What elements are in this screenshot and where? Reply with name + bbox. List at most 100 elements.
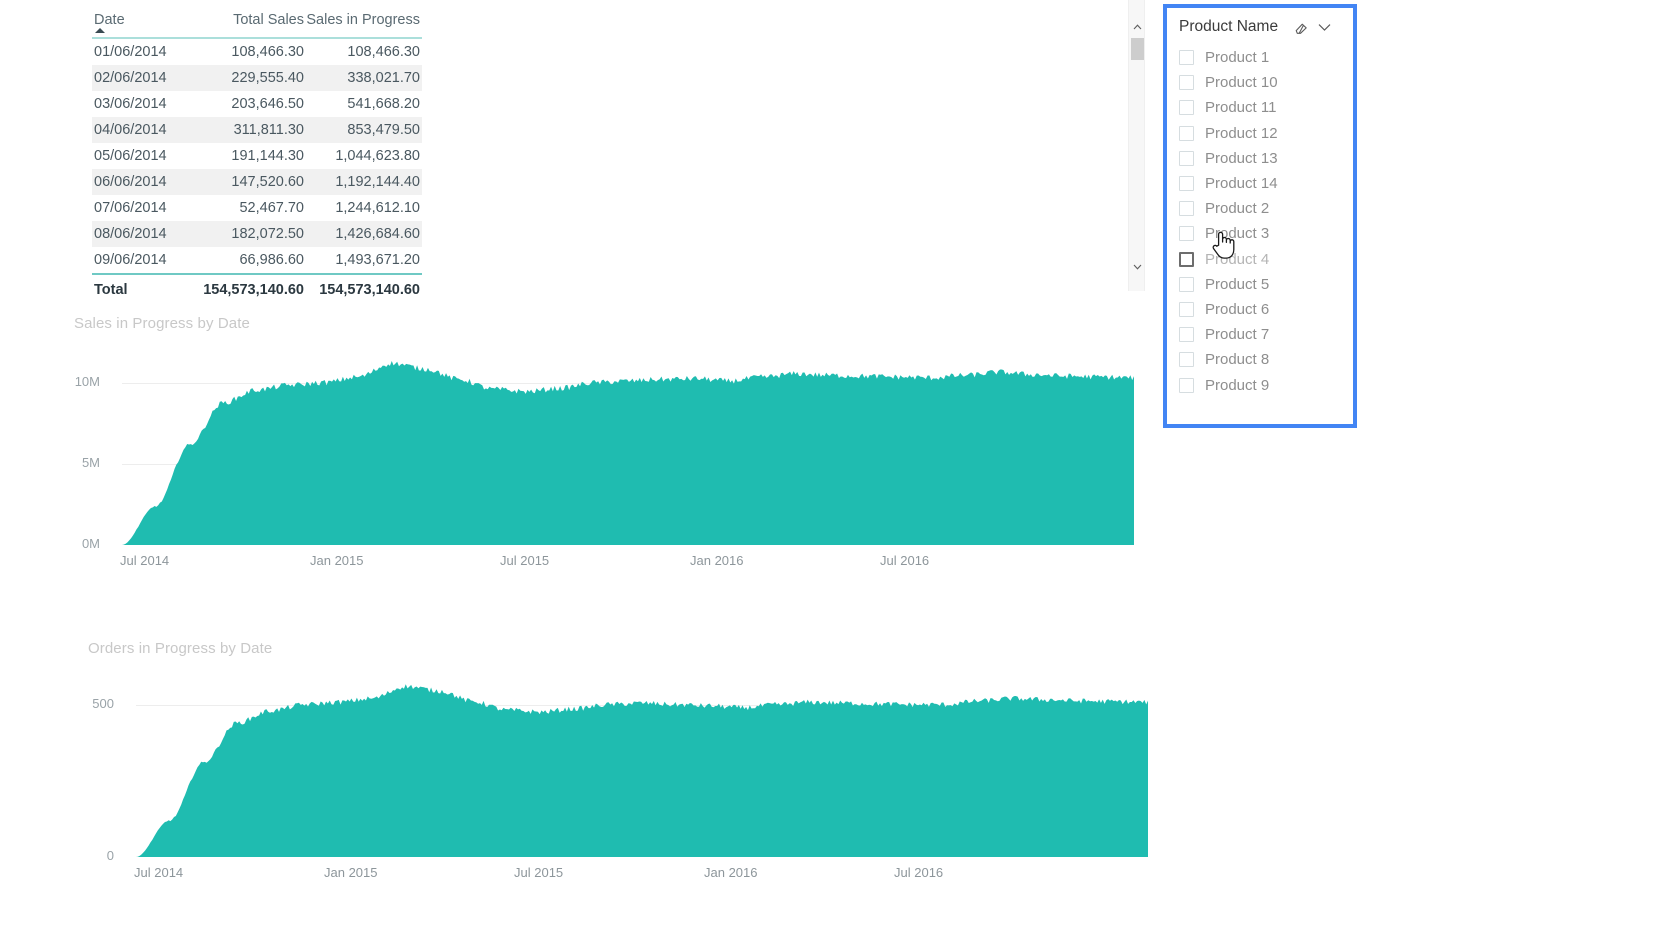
table-row[interactable]: 04/06/2014 311,811.30 853,479.50 [92,117,422,143]
total-sales-in-progress: 154,573,140.60 [319,282,420,298]
slicer-item-product-2[interactable]: Product 2 [1179,196,1353,221]
chevron-down-icon[interactable] [1315,18,1333,36]
checkbox-icon[interactable] [1179,125,1194,141]
slicer-item-product-14[interactable]: Product 14 [1179,171,1353,196]
table-row[interactable]: 01/06/2014 108,466.30 108,466.30 [92,39,422,65]
slicer-item-label: Product 10 [1205,74,1278,92]
product-name-slicer[interactable]: Product Name Product 1 Product 10 Product … [1163,4,1357,428]
cell-date: 06/06/2014 [92,169,196,195]
slicer-item-label: Product 13 [1205,149,1278,167]
slicer-item-label: Product 11 [1205,99,1277,117]
cell-date: 03/06/2014 [94,96,167,112]
chart-title: Sales in Progress by Date [74,315,250,332]
column-header-date[interactable]: Date [92,6,196,37]
cell-date: 08/06/2014 [92,221,196,247]
slicer-item-product-7[interactable]: Product 7 [1179,322,1353,347]
chevron-down-icon[interactable] [1129,258,1146,275]
table-row[interactable]: 05/06/2014 191,144.30 1,044,623.80 [92,143,422,169]
column-header-total-sales-label: Total Sales [233,12,304,28]
cell-total-sales: 66,986.60 [239,252,304,268]
slicer-item-product-3[interactable]: Product 3 [1179,221,1353,246]
slicer-item-product-10[interactable]: Product 10 [1179,70,1353,95]
x-axis-tick-label: Jan 2016 [704,865,758,880]
table-row[interactable]: 02/06/2014 229,555.40 338,021.70 [92,65,422,91]
x-axis-tick-label: Jul 2014 [134,865,184,880]
column-header-sales-in-progress-label: Sales in Progress [306,12,420,28]
x-axis-tick-label: Jan 2015 [324,865,378,880]
slicer-item-label: Product 2 [1205,200,1270,218]
checkbox-icon[interactable] [1179,50,1194,66]
chevron-up-icon[interactable] [1129,18,1146,35]
table-row[interactable]: 06/06/2014 147,520.60 1,192,144.40 [92,169,422,195]
slicer-body: Product Name Product 1 Product 10 Product … [1167,8,1353,424]
cell-total-sales: 191,144.30 [231,148,304,164]
column-header-date-label: Date [94,12,125,28]
slicer-item-product-8[interactable]: Product 8 [1179,347,1353,372]
checkbox-icon[interactable] [1179,352,1194,368]
slicer-item-label: Product 7 [1205,326,1270,344]
slicer-item-label: Product 5 [1205,275,1270,293]
checkbox-icon[interactable] [1179,226,1194,242]
slicer-item-product-12[interactable]: Product 12 [1179,121,1353,146]
x-axis-tick-label: Jul 2015 [500,553,550,568]
slicer-title: Product Name [1179,18,1279,35]
total-total-sales: 154,573,140.60 [203,282,304,298]
table-row[interactable]: 07/06/2014 52,467.70 1,244,612.10 [92,195,422,221]
cell-date: 05/06/2014 [94,148,167,164]
area-series [136,684,1148,857]
checkbox-icon[interactable] [1179,100,1194,116]
table-header-row: Date Total Sales Sales in Progress [92,6,422,37]
table-row[interactable]: 03/06/2014 203,646.50 541,668.20 [92,91,422,117]
slicer-item-label: Product 12 [1205,124,1278,142]
total-label: Total [94,282,128,298]
orders-in-progress-chart[interactable]: Orders in Progress by Date 0 500 Jul 2014 J… [88,640,1148,890]
slicer-item-product-13[interactable]: Product 13 [1179,146,1353,171]
area-series [122,360,1134,545]
cell-sales-in-progress: 1,493,671.20 [335,252,420,268]
table-row[interactable]: 09/06/2014 66,986.60 1,493,671.20 [92,247,422,273]
cell-total-sales: 52,467.70 [239,200,304,216]
pointing-hand-cursor [1210,228,1236,260]
x-axis-tick-label: Jul 2015 [514,865,564,880]
column-header-sales-in-progress[interactable]: Sales in Progress [306,6,422,37]
column-header-total-sales[interactable]: Total Sales [196,6,306,37]
cell-date: 04/06/2014 [92,117,196,143]
cell-sales-in-progress: 108,466.30 [347,44,420,60]
checkbox-icon[interactable] [1179,327,1194,343]
slicer-item-list[interactable]: Product 1 Product 10 Product 11 Product 12 P… [1179,45,1353,398]
scrollbar-thumb[interactable] [1131,38,1144,60]
checkbox-icon[interactable] [1179,251,1194,267]
slicer-item-product-1[interactable]: Product 1 [1179,45,1353,70]
slicer-item-product-6[interactable]: Product 6 [1179,297,1353,322]
slicer-item-product-11[interactable]: Product 11 [1179,95,1353,120]
checkbox-icon[interactable] [1179,377,1194,393]
slicer-item-product-5[interactable]: Product 5 [1179,272,1353,297]
slicer-item-product-4[interactable]: Product 4 [1179,247,1353,272]
x-axis-tick-label: Jan 2016 [690,553,744,568]
table-scrollbar[interactable] [1128,0,1145,291]
cell-sales-in-progress: 1,044,623.80 [335,148,420,164]
table-row[interactable]: 08/06/2014 182,072.50 1,426,684.60 [92,221,422,247]
cell-date: 07/06/2014 [94,200,167,216]
sort-ascending-icon[interactable] [95,28,105,33]
sales-progress-table[interactable]: Date Total Sales Sales in Progress 01/06… [92,6,422,303]
eraser-icon[interactable] [1293,18,1311,36]
cell-total-sales: 108,466.30 [231,44,304,60]
slicer-item-product-9[interactable]: Product 9 [1179,372,1353,397]
checkbox-icon[interactable] [1179,301,1194,317]
cell-date: 09/06/2014 [94,252,167,268]
dashboard-canvas: Date Total Sales Sales in Progress 01/06… [0,0,1680,940]
checkbox-icon[interactable] [1179,276,1194,292]
x-axis-tick-label: Jul 2016 [880,553,930,568]
cell-sales-in-progress: 338,021.70 [306,65,422,91]
cell-total-sales: 147,520.60 [196,169,306,195]
checkbox-icon[interactable] [1179,150,1194,166]
slicer-item-label: Product 9 [1205,376,1270,394]
checkbox-icon[interactable] [1179,75,1194,91]
sales-in-progress-chart[interactable]: Sales in Progress by Date 0M 5M 10M Jul 201… [74,315,1134,580]
slicer-header: Product Name [1179,14,1341,40]
checkbox-icon[interactable] [1179,201,1194,217]
x-axis-tick-label: Jan 2015 [310,553,364,568]
chart-title: Orders in Progress by Date [88,640,273,657]
checkbox-icon[interactable] [1179,176,1194,192]
